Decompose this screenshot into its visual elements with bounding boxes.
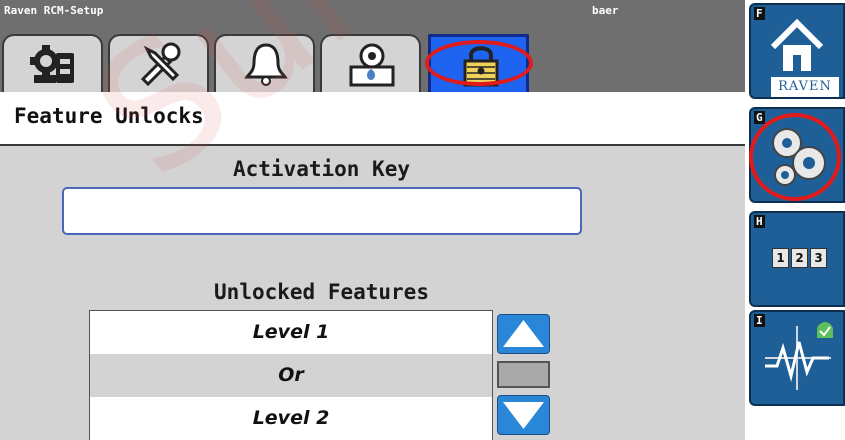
arrow-down-icon — [503, 402, 544, 429]
scroll-thumb[interactable] — [497, 361, 550, 388]
activation-key-input[interactable] — [62, 187, 582, 235]
page-title: Feature Unlocks — [14, 104, 204, 128]
list-item[interactable]: Level 1 — [90, 311, 492, 354]
digit-key: 3 — [810, 248, 827, 268]
raven-logo: RAVEN — [771, 77, 839, 97]
tab-bar — [0, 22, 745, 92]
tab-feature-unlocks[interactable] — [428, 34, 529, 92]
numeric-entry-button[interactable]: H 1 2 3 — [749, 211, 845, 307]
list-item[interactable]: Level 2 — [90, 397, 492, 440]
home-icon — [770, 18, 824, 71]
product-control-settings-icon — [349, 43, 395, 87]
alarm-bell-icon — [244, 43, 288, 86]
content-panel: Activation Key Unlocked Features Level 1… — [0, 146, 745, 440]
title-bar: Raven RCM-Setup baer — [0, 0, 745, 22]
diagnostics-graph-icon — [765, 322, 833, 390]
scroll-up-button[interactable] — [497, 314, 550, 354]
user-name: baer — [592, 4, 619, 17]
digit-key: 1 — [772, 248, 789, 268]
page-header: Feature Unlocks — [0, 92, 745, 146]
softkey-label: H — [754, 215, 765, 228]
screen: Raven RCM-Setup baer Feature Unlocks Act… — [0, 0, 845, 440]
activation-key-label: Activation Key — [232, 157, 410, 181]
machine-setup-icon — [30, 45, 74, 83]
settings-button[interactable]: G — [749, 107, 845, 203]
tools-icon — [140, 42, 181, 87]
unlocked-features-label: Unlocked Features — [214, 280, 429, 304]
numeric-keys-icon: 1 2 3 — [772, 248, 827, 268]
arrow-up-icon — [503, 320, 544, 347]
softkey-sidebar: F RAVEN G H 1 2 3 I — [745, 0, 845, 440]
tab-machine-setup[interactable] — [2, 34, 103, 92]
digit-key: 2 — [791, 248, 808, 268]
tab-tools[interactable] — [108, 34, 209, 92]
home-button[interactable]: F RAVEN — [749, 3, 845, 99]
list-item[interactable]: Or — [90, 354, 492, 397]
lock-icon — [463, 46, 499, 87]
tab-alarms[interactable] — [214, 34, 315, 92]
gear-icon — [772, 128, 826, 186]
tab-product-control[interactable] — [320, 34, 421, 92]
app-title: Raven RCM-Setup — [4, 4, 104, 17]
scroll-down-button[interactable] — [497, 395, 550, 435]
unlocked-features-list[interactable]: Level 1 Or Level 2 — [89, 310, 493, 440]
diagnostics-button[interactable]: I — [749, 310, 845, 406]
